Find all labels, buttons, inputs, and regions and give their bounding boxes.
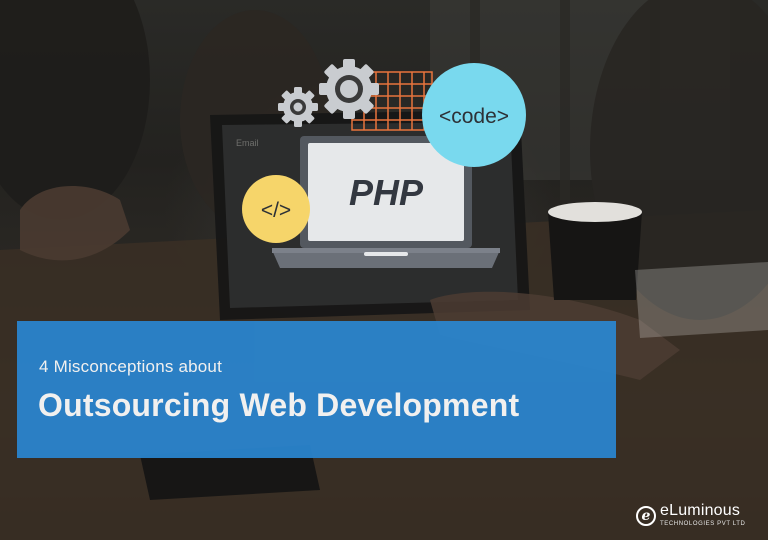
banner-title: Outsourcing Web Development bbox=[38, 387, 520, 423]
gear-icon bbox=[278, 87, 318, 127]
brand-logo: e eLuminous TECHNOLOGIES PVT LTD bbox=[636, 501, 762, 531]
logo-mark-icon: e bbox=[636, 506, 656, 526]
php-illustration: PHP <code> </> Email bbox=[236, 59, 526, 268]
gear-icon bbox=[319, 59, 379, 119]
banner-subtitle: 4 Misconceptions about bbox=[39, 357, 223, 376]
brand-name: eLuminous bbox=[660, 502, 741, 519]
tag-bubble-text: </> bbox=[261, 199, 291, 222]
code-bubble-text: <code> bbox=[439, 105, 509, 128]
php-screen-text: PHP bbox=[349, 172, 424, 213]
brand-tagline: TECHNOLOGIES PVT LTD bbox=[660, 521, 746, 527]
title-banner: 4 Misconceptions about Outsourcing Web D… bbox=[17, 321, 616, 458]
email-label: Email bbox=[236, 138, 259, 148]
hero-image: PHP <code> </> Email 4 Misconceptions ab… bbox=[0, 0, 768, 540]
